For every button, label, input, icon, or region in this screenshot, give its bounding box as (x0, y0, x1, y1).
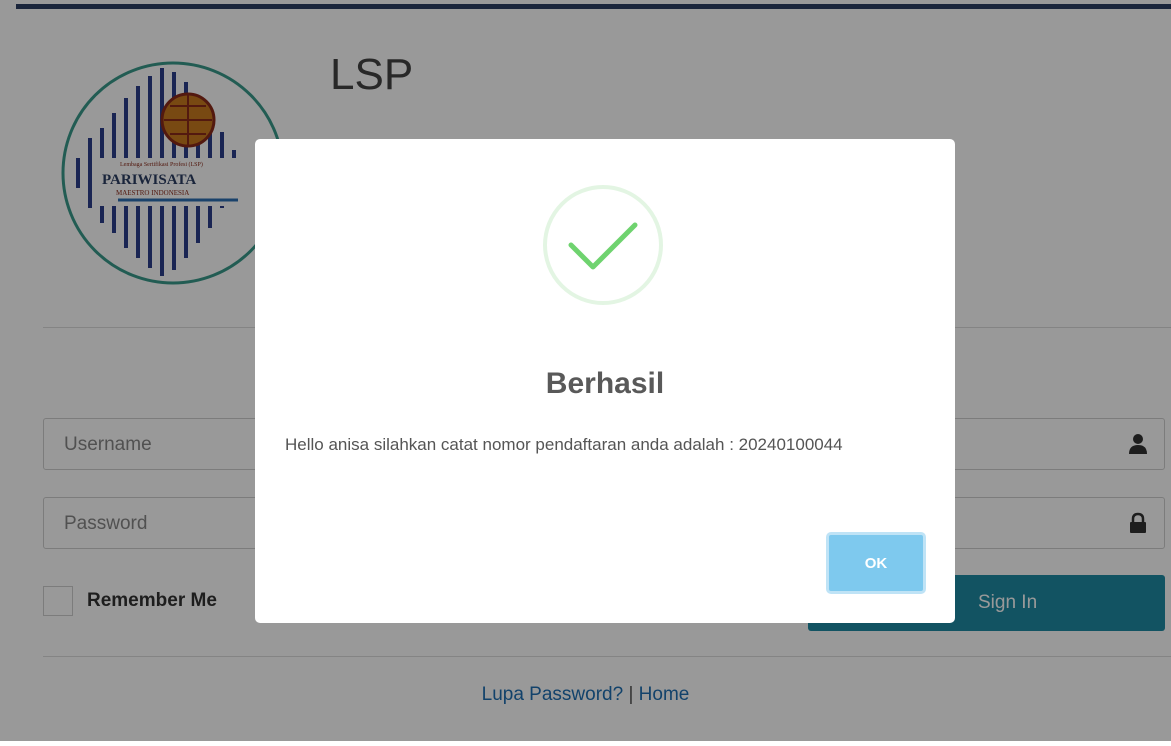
dialog-title: Berhasil (545, 367, 665, 400)
dialog-message: Hello anisa silahkan catat nomor pendaft… (285, 435, 843, 454)
ok-button[interactable]: OK (826, 532, 926, 594)
success-dialog: Berhasil Hello anisa silahkan catat nomo… (255, 139, 955, 623)
success-check-icon (543, 185, 663, 305)
